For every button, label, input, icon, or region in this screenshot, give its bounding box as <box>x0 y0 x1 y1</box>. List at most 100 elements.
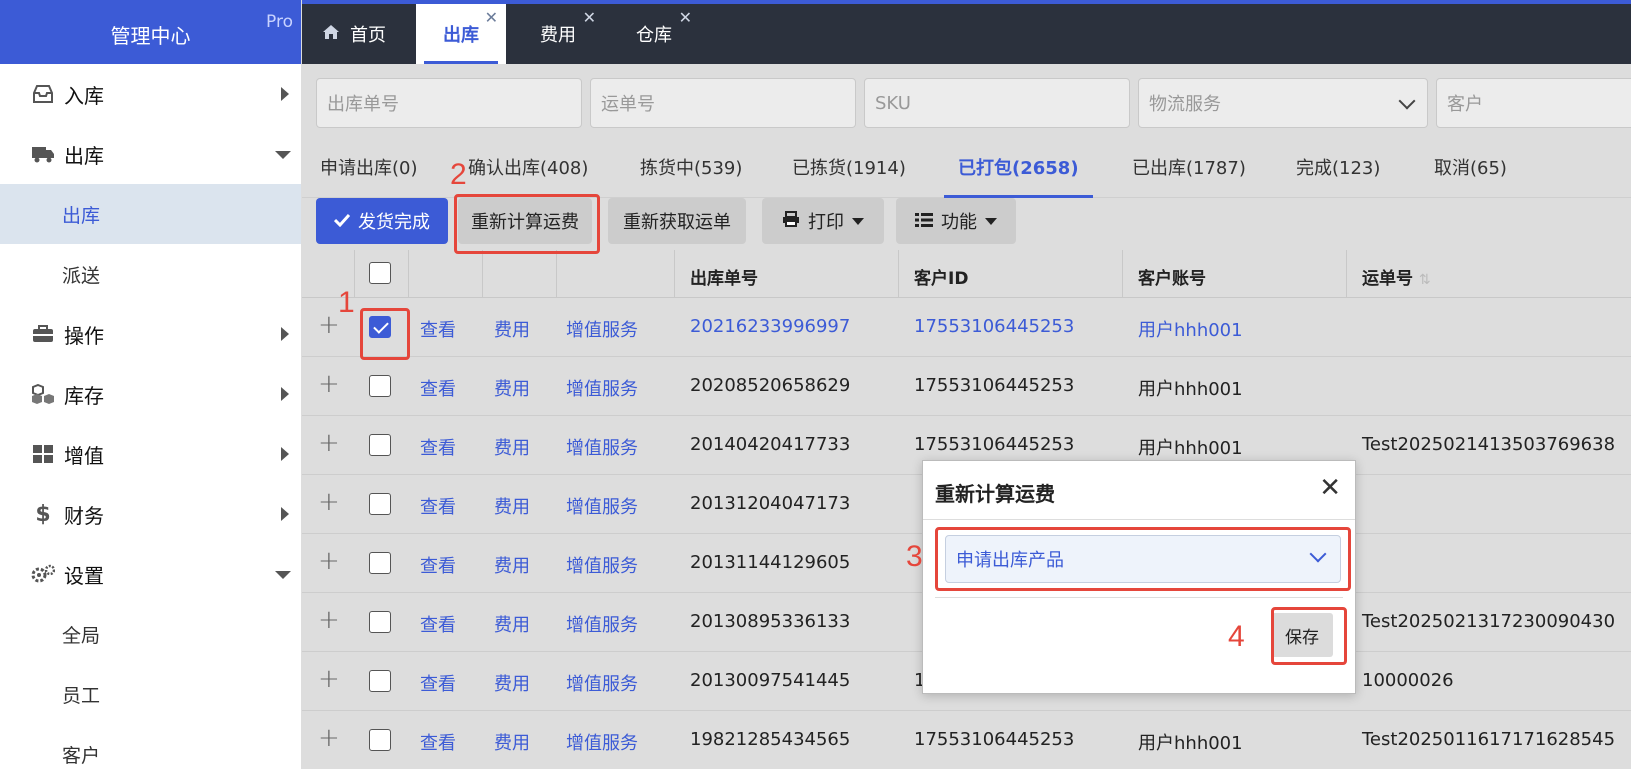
table-row: + 查看 费用 增值服务 20208520658629 17553106445253 用户h… <box>302 357 1631 416</box>
tab-fees[interactable]: 费用 ✕ <box>512 4 604 64</box>
ship-complete-button[interactable]: 发货完成 <box>316 198 448 244</box>
dialog-title: 重新计算运费 <box>935 482 1055 506</box>
view-link[interactable]: 查看 <box>420 493 456 519</box>
sidebar-item-inbound[interactable]: 入库 <box>0 64 301 124</box>
sort-icon[interactable]: ⇅ <box>1419 272 1431 288</box>
outbound-no-input[interactable]: 出库单号 <box>316 78 582 128</box>
top-tab-bar: 首页 出库 ✕ 费用 ✕ 仓库 ✕ <box>302 0 1631 64</box>
select-all-checkbox[interactable] <box>369 262 391 284</box>
sidebar-subitem-delivery[interactable]: 派送 <box>0 244 301 304</box>
fee-link[interactable]: 费用 <box>494 375 530 401</box>
value-added-link[interactable]: 增值服务 <box>566 375 638 401</box>
expand-icon[interactable]: + <box>318 723 340 753</box>
sidebar-subitem-global[interactable]: 全局 <box>0 604 301 664</box>
tab-packed[interactable]: 已打包(2658) <box>944 136 1093 198</box>
chevron-down-icon <box>275 571 291 579</box>
customer-id-cell[interactable]: 17553106445253 <box>914 316 1074 337</box>
sidebar-item-inventory[interactable]: 库存 <box>0 364 301 424</box>
status-tabs: 申请出库(0) 确认出库(408) 拣货中(539) 已拣货(1914) 已打包… <box>302 136 1631 198</box>
row-checkbox[interactable] <box>369 611 391 633</box>
close-icon[interactable]: ✕ <box>485 8 498 27</box>
outbound-no-cell: 19821285434565 <box>690 729 851 750</box>
cubes-icon <box>30 383 56 405</box>
tracking-no-input[interactable]: 运单号 <box>590 78 856 128</box>
value-added-link[interactable]: 增值服务 <box>566 552 638 578</box>
sidebar-subitem-outbound[interactable]: 出库 <box>0 184 301 244</box>
tracking-no-cell: Test2025021317230090430 <box>1362 611 1616 632</box>
sidebar-item-label: 财务 <box>64 503 104 528</box>
value-added-link[interactable]: 增值服务 <box>566 316 638 342</box>
functions-button[interactable]: 功能 <box>896 198 1016 244</box>
view-link[interactable]: 查看 <box>420 552 456 578</box>
view-link[interactable]: 查看 <box>420 729 456 755</box>
sidebar-item-value-added[interactable]: 增值 <box>0 424 301 484</box>
brand-header: 管理中心 Pro <box>0 0 301 64</box>
fee-link[interactable]: 费用 <box>494 729 530 755</box>
print-button[interactable]: 打印 <box>762 198 884 244</box>
tab-warehouse[interactable]: 仓库 ✕ <box>608 4 700 64</box>
gears-icon <box>30 563 56 585</box>
row-checkbox[interactable] <box>369 552 391 574</box>
outbound-no-cell[interactable]: 20216233996997 <box>690 316 850 337</box>
chevron-right-icon <box>281 87 289 101</box>
value-added-link[interactable]: 增值服务 <box>566 611 638 637</box>
close-icon[interactable]: ✕ <box>679 8 692 27</box>
col-tracking-no[interactable]: 运单号 ⇅ <box>1362 264 1431 289</box>
expand-icon[interactable]: + <box>318 664 340 694</box>
printer-icon <box>782 210 800 232</box>
value-added-link[interactable]: 增值服务 <box>566 670 638 696</box>
row-checkbox[interactable] <box>369 434 391 456</box>
sidebar-subitem-staff[interactable]: 员工 <box>0 664 301 724</box>
fee-link[interactable]: 费用 <box>494 493 530 519</box>
close-icon[interactable]: ✕ <box>1319 473 1341 503</box>
table-row: + 查看 费用 增值服务 19821285434565 17553106445253 用户h… <box>302 711 1631 769</box>
view-link[interactable]: 查看 <box>420 316 456 342</box>
sidebar-item-operations[interactable]: 操作 <box>0 304 301 364</box>
value-added-link[interactable]: 增值服务 <box>566 729 638 755</box>
value-added-link[interactable]: 增值服务 <box>566 493 638 519</box>
tab-confirm-outbound[interactable]: 确认出库(408) <box>468 136 588 198</box>
sidebar-subitem-customer[interactable]: 客户 <box>0 724 301 769</box>
view-link[interactable]: 查看 <box>420 434 456 460</box>
col-customer-id: 客户ID <box>914 269 969 289</box>
tab-completed[interactable]: 完成(123) <box>1296 136 1380 198</box>
expand-icon[interactable]: + <box>318 428 340 458</box>
customer-account-cell[interactable]: 用户hhh001 <box>1138 316 1243 342</box>
sidebar-item-finance[interactable]: $ 财务 <box>0 484 301 544</box>
view-link[interactable]: 查看 <box>420 375 456 401</box>
tab-apply-outbound[interactable]: 申请出库(0) <box>320 136 418 198</box>
logistics-service-select[interactable]: 物流服务 <box>1138 78 1428 128</box>
value-added-link[interactable]: 增值服务 <box>566 434 638 460</box>
tab-home[interactable]: 首页 <box>322 4 412 64</box>
close-icon[interactable]: ✕ <box>583 8 596 27</box>
tab-picking[interactable]: 拣货中(539) <box>640 136 742 198</box>
customer-select[interactable]: 客户 <box>1436 78 1631 128</box>
tab-cancelled[interactable]: 取消(65) <box>1434 136 1507 198</box>
tab-shipped[interactable]: 已出库(1787) <box>1132 136 1246 198</box>
view-link[interactable]: 查看 <box>420 670 456 696</box>
fee-link[interactable]: 费用 <box>494 316 530 342</box>
row-checkbox[interactable] <box>369 670 391 692</box>
refetch-waybill-button[interactable]: 重新获取运单 <box>608 198 746 244</box>
placeholder: 物流服务 <box>1149 94 1221 115</box>
fee-link[interactable]: 费用 <box>494 670 530 696</box>
row-checkbox[interactable] <box>369 729 391 751</box>
expand-icon[interactable]: + <box>318 605 340 635</box>
sku-input[interactable]: SKU <box>864 78 1130 128</box>
expand-icon[interactable]: + <box>318 310 340 340</box>
expand-icon[interactable]: + <box>318 546 340 576</box>
view-link[interactable]: 查看 <box>420 611 456 637</box>
tab-picked[interactable]: 已拣货(1914) <box>792 136 906 198</box>
expand-icon[interactable]: + <box>318 487 340 517</box>
sidebar-item-settings[interactable]: 设置 <box>0 544 301 604</box>
row-checkbox[interactable] <box>369 493 391 515</box>
sidebar-item-outbound[interactable]: 出库 <box>0 124 301 184</box>
fee-link[interactable]: 费用 <box>494 552 530 578</box>
fee-link[interactable]: 费用 <box>494 611 530 637</box>
brand-badge: Pro <box>266 12 293 32</box>
expand-icon[interactable]: + <box>318 369 340 399</box>
placeholder: 客户 <box>1447 94 1483 115</box>
row-checkbox[interactable] <box>369 375 391 397</box>
fee-link[interactable]: 费用 <box>494 434 530 460</box>
tab-outbound[interactable]: 出库 ✕ <box>416 4 506 64</box>
